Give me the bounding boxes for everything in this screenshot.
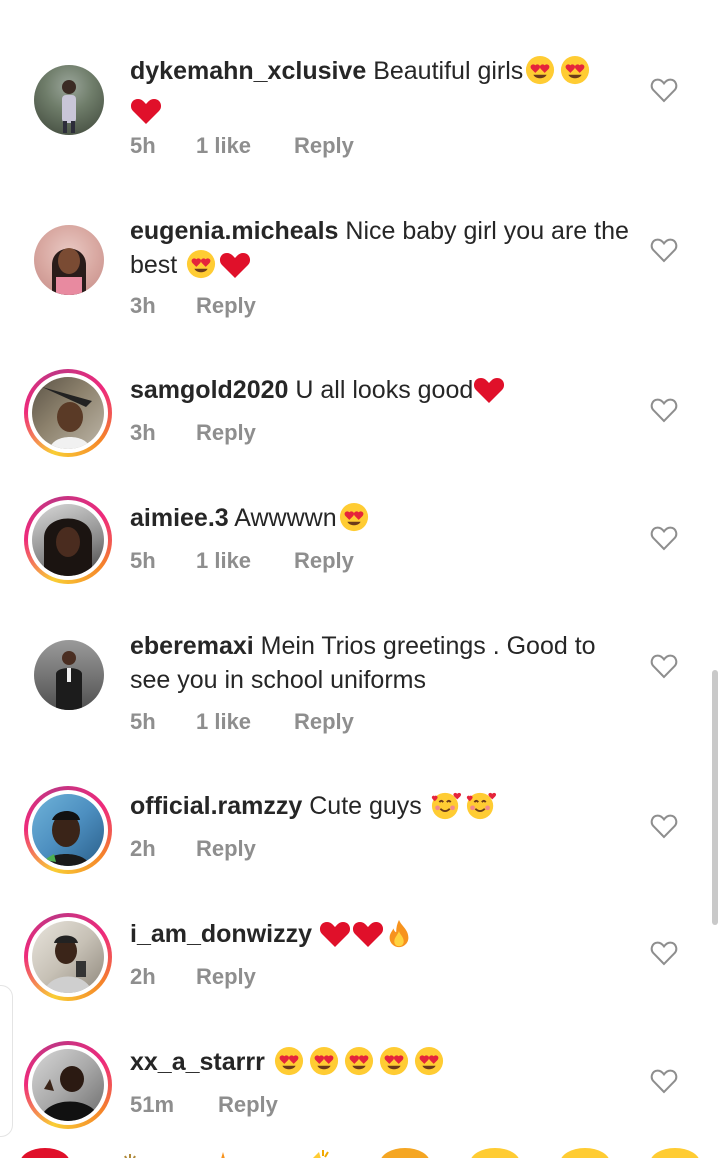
comment-text: official.ramzzy Cute guys bbox=[130, 789, 630, 829]
heart-outline-icon[interactable] bbox=[650, 813, 678, 839]
red-heart-icon bbox=[219, 251, 251, 288]
comment-time: 5h bbox=[130, 133, 156, 158]
heart-outline-icon[interactable] bbox=[650, 525, 678, 551]
heart-outline-icon[interactable] bbox=[650, 237, 678, 263]
comment-text: eugenia.micheals Nice baby girl you are … bbox=[130, 214, 630, 288]
comment-meta: 5h 1 like Reply bbox=[130, 548, 354, 574]
heart-eyes-icon bbox=[337, 502, 371, 541]
avatar[interactable] bbox=[24, 55, 112, 143]
comment-meta: 2h Reply bbox=[130, 964, 256, 990]
comment-username[interactable]: dykemahn_xclusive bbox=[130, 57, 366, 85]
fire-icon[interactable] bbox=[205, 1148, 241, 1158]
heart-eyes-icon bbox=[412, 1046, 446, 1085]
heart-outline-icon[interactable] bbox=[650, 940, 678, 966]
comment-username[interactable]: eberemaxi bbox=[130, 632, 254, 660]
heart-eyes-icon bbox=[558, 55, 592, 94]
fire-icon bbox=[385, 918, 413, 957]
comment-meta: 51m Reply bbox=[130, 1092, 278, 1118]
comment-body: U all looks good bbox=[295, 376, 474, 404]
red-heart-icon bbox=[473, 376, 505, 413]
red-heart-icon[interactable] bbox=[20, 1148, 70, 1158]
comment-meta: 3h Reply bbox=[130, 420, 256, 446]
comment-text: dykemahn_xclusive Beautiful girls bbox=[130, 54, 630, 134]
reply-button[interactable]: Reply bbox=[218, 1092, 278, 1118]
reply-button[interactable]: Reply bbox=[196, 420, 256, 446]
reply-button[interactable]: Reply bbox=[196, 964, 256, 990]
comment-time: 3h bbox=[130, 293, 156, 318]
red-heart-icon bbox=[319, 920, 351, 957]
comment-body: Beautiful girls bbox=[373, 57, 524, 85]
avatar[interactable] bbox=[24, 786, 112, 874]
smiling-hearts-icon bbox=[429, 790, 463, 829]
astonished-face-icon[interactable] bbox=[560, 1148, 610, 1158]
avatar[interactable] bbox=[24, 913, 112, 1001]
laughing-face-icon[interactable] bbox=[650, 1148, 700, 1158]
comment-meta: 3h Reply bbox=[130, 293, 256, 319]
comment-time: 5h bbox=[130, 709, 156, 734]
avatar-image bbox=[32, 377, 104, 449]
comment-body: Cute guys bbox=[309, 792, 422, 820]
comment-username[interactable]: samgold2020 bbox=[130, 376, 288, 404]
comment-username[interactable]: xx_a_starrr bbox=[130, 1048, 265, 1076]
avatar[interactable] bbox=[24, 496, 112, 584]
comment-text: xx_a_starrr bbox=[130, 1045, 630, 1085]
avatar[interactable] bbox=[24, 630, 112, 718]
reply-button[interactable]: Reply bbox=[196, 836, 256, 862]
avatar-image bbox=[32, 1049, 104, 1121]
avatar-image bbox=[34, 225, 104, 295]
heart-eyes-icon bbox=[184, 249, 218, 288]
heart-outline-icon[interactable] bbox=[650, 653, 678, 679]
quick-reaction-bar bbox=[0, 1140, 720, 1158]
heart-eyes-icon bbox=[307, 1046, 341, 1085]
comment-body: Awwwwn bbox=[234, 504, 337, 532]
comment-text: aimiee.3 Awwwwn bbox=[130, 501, 630, 541]
heart-eyes-icon bbox=[342, 1046, 376, 1085]
avatar-image bbox=[32, 794, 104, 866]
reply-button[interactable]: Reply bbox=[294, 709, 354, 735]
comment-meta: 2h Reply bbox=[130, 836, 256, 862]
heart-eyes-icon bbox=[272, 1046, 306, 1085]
avatar[interactable] bbox=[24, 215, 112, 303]
smiling-hearts-icon bbox=[464, 790, 498, 829]
avatar[interactable] bbox=[24, 369, 112, 457]
comment-meta: 5h 1 like Reply bbox=[130, 133, 354, 159]
heart-eyes-icon[interactable] bbox=[470, 1148, 520, 1158]
scrollbar[interactable] bbox=[712, 670, 718, 925]
heart-eyes-icon bbox=[523, 55, 557, 94]
avatar-image bbox=[34, 65, 104, 135]
reply-button[interactable]: Reply bbox=[294, 548, 354, 574]
avatar-image bbox=[32, 921, 104, 993]
heart-outline-icon[interactable] bbox=[650, 397, 678, 423]
red-heart-icon bbox=[130, 97, 162, 134]
heart-outline-icon[interactable] bbox=[650, 77, 678, 103]
avatar-image bbox=[32, 504, 104, 576]
edge-panel-handle[interactable] bbox=[0, 985, 13, 1137]
avatar[interactable] bbox=[24, 1041, 112, 1129]
comment-likes[interactable]: 1 like bbox=[196, 548, 294, 574]
reply-button[interactable]: Reply bbox=[294, 133, 354, 159]
crying-face-icon[interactable] bbox=[380, 1148, 430, 1158]
comment-time: 51m bbox=[130, 1092, 175, 1117]
clapping-hands-icon[interactable] bbox=[295, 1148, 339, 1158]
heart-outline-icon[interactable] bbox=[650, 1068, 678, 1094]
avatar-image bbox=[34, 640, 104, 710]
heart-eyes-icon bbox=[377, 1046, 411, 1085]
comment-likes[interactable]: 1 like bbox=[196, 709, 294, 735]
comment-username[interactable]: official.ramzzy bbox=[130, 792, 302, 820]
comment-text: eberemaxi Mein Trios greetings . Good to… bbox=[130, 629, 630, 697]
comment-time: 5h bbox=[130, 548, 156, 573]
comment-username[interactable]: i_am_donwizzy bbox=[130, 920, 312, 948]
raised-hands-icon[interactable] bbox=[110, 1148, 150, 1158]
comment-text: samgold2020 U all looks good bbox=[130, 373, 630, 413]
comment-meta: 5h 1 like Reply bbox=[130, 709, 354, 735]
comment-text: i_am_donwizzy bbox=[130, 917, 630, 957]
red-heart-icon bbox=[352, 920, 384, 957]
reply-button[interactable]: Reply bbox=[196, 293, 256, 319]
comment-time: 2h bbox=[130, 836, 156, 861]
comment-username[interactable]: aimiee.3 bbox=[130, 504, 229, 532]
comment-likes[interactable]: 1 like bbox=[196, 133, 294, 159]
comment-time: 2h bbox=[130, 964, 156, 989]
comment-time: 3h bbox=[130, 420, 156, 445]
comment-username[interactable]: eugenia.micheals bbox=[130, 217, 338, 245]
